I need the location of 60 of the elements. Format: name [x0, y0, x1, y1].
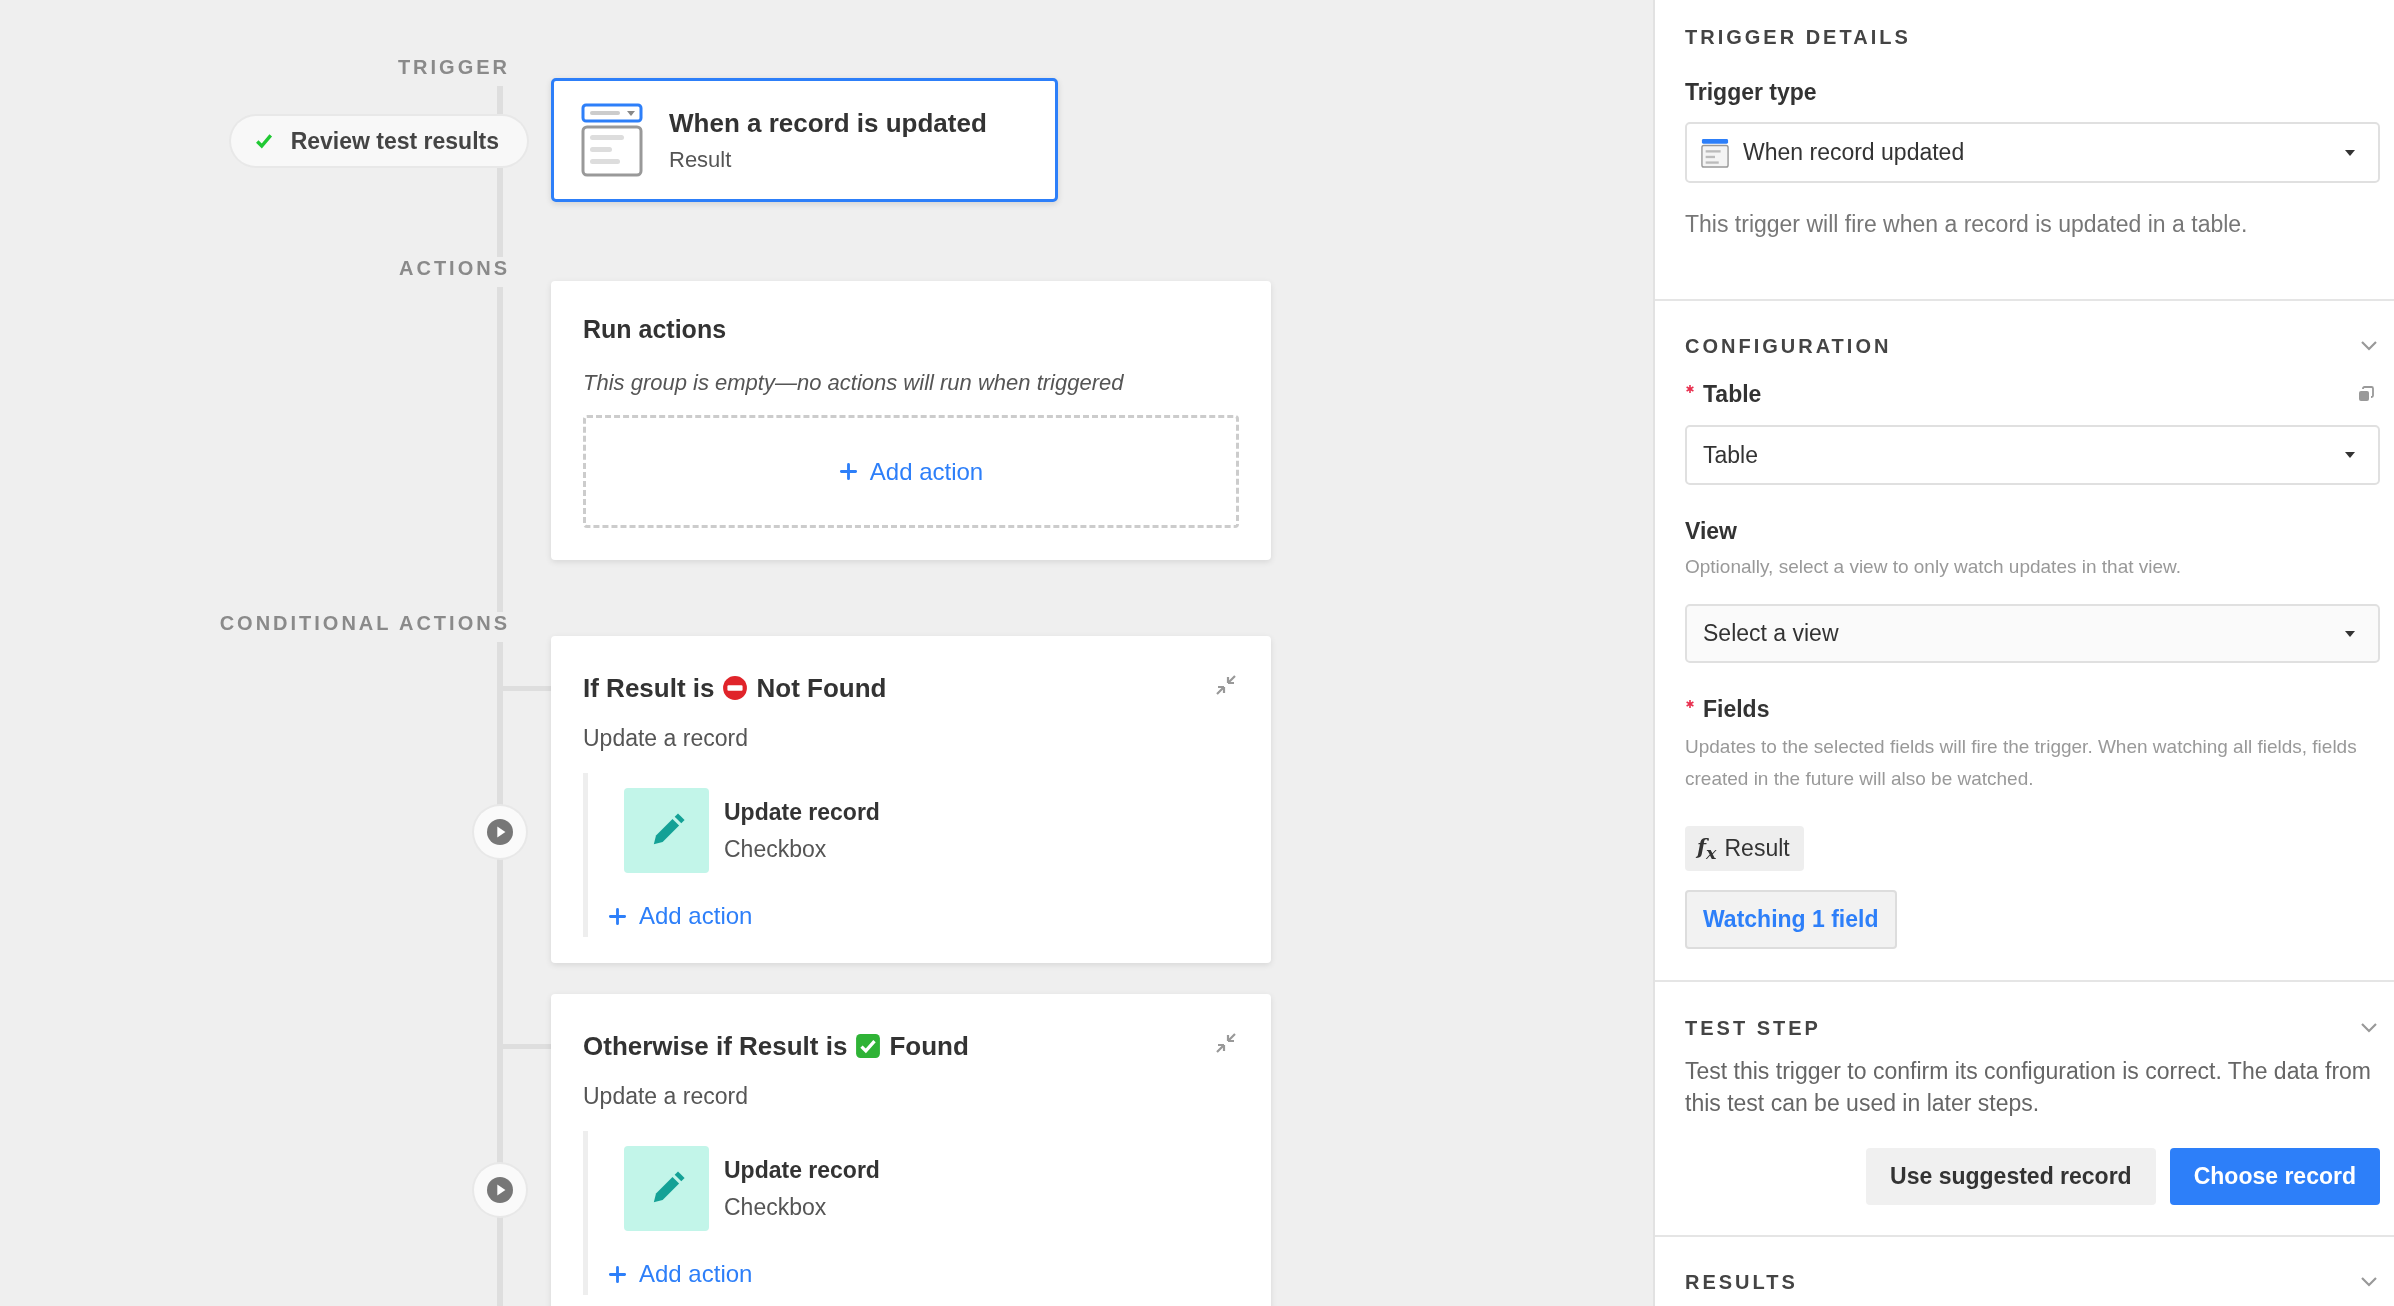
field-label: Trigger type [1685, 80, 1817, 104]
trigger-subtitle: Result [669, 146, 733, 173]
section-heading: CONFIGURATION [1685, 335, 1892, 357]
field-label: Fields [1703, 697, 1770, 721]
chip-label: Result [1724, 835, 1790, 862]
section-heading: TEST STEP [1685, 1017, 1821, 1039]
formula-icon: f$_{x}$ [1697, 833, 1717, 864]
plus-icon [838, 462, 858, 481]
group-title: Run actions [583, 315, 728, 343]
chevron-down-icon[interactable] [2360, 340, 2378, 352]
condition-value: Found [889, 1030, 969, 1062]
condition-text: Otherwise if Result is [583, 1030, 848, 1062]
collapse-icon[interactable] [1214, 673, 1238, 697]
condition-text: If Result is [583, 672, 715, 704]
plus-icon [608, 906, 627, 926]
trigger-title: When a record is updated [669, 107, 987, 139]
caret-icon [2344, 451, 2356, 459]
section-heading: RESULTS [1685, 1271, 1798, 1293]
form-icon [1701, 137, 1729, 168]
chevron-down-icon[interactable] [2360, 1276, 2378, 1288]
section-heading: TRIGGER DETAILS [1685, 26, 1911, 48]
action-subtitle: Checkbox [724, 1193, 828, 1221]
field-label: Table [1703, 382, 1762, 406]
run-button[interactable] [474, 806, 526, 858]
add-action-link[interactable]: Add action [608, 1259, 753, 1289]
play-icon [487, 819, 513, 845]
chevron-down-icon[interactable] [2360, 1022, 2378, 1034]
pencil-icon [624, 1146, 709, 1231]
collapse-icon[interactable] [1214, 1031, 1238, 1055]
plus-icon [608, 1264, 627, 1284]
secondary-button[interactable]: Use suggested record [1866, 1148, 2156, 1205]
description: This trigger will fire when a record is updated in a table. [1685, 210, 2248, 239]
empty-note: This group is empty—no actions will run when triggered [583, 369, 1125, 397]
action-subtitle: Checkbox [724, 835, 828, 863]
action-title[interactable]: Update record [724, 798, 880, 826]
group-subtitle: Update a record [583, 1082, 749, 1111]
copy-icon[interactable] [2358, 386, 2374, 402]
hint-text: Updates to the selected fields will fire the trigger. When watching all fields, fields created in the future will also be watched. [1685, 735, 2358, 791]
check-box-icon [855, 1033, 882, 1059]
hint-text: Optionally, select a view to only watch updates in that view. [1685, 555, 2182, 579]
trigger-card[interactable]: When a record is updated Result [551, 78, 1058, 202]
group-subtitle: Update a record [583, 724, 749, 753]
field-label: View [1685, 519, 1737, 543]
action-title[interactable]: Update record [724, 1156, 880, 1184]
caret-icon [2344, 629, 2356, 638]
play-icon [487, 1177, 513, 1203]
add-action-link[interactable]: Add action [608, 901, 753, 931]
add-action-link[interactable]: Add action [838, 457, 984, 486]
no-entry-icon [722, 675, 749, 701]
caret-icon [2344, 148, 2356, 157]
trigger-type-select[interactable]: When record updated [1685, 122, 2380, 183]
run-button[interactable] [474, 1164, 526, 1216]
primary-button[interactable]: Choose record [2169, 1148, 2380, 1205]
description: Test this trigger to confirm its configuration is correct. The data from this test can be used in later steps. [1685, 1057, 2372, 1118]
condition-value: Not Found [756, 672, 887, 704]
form-icon [581, 103, 643, 177]
view-select[interactable]: Select a view [1685, 604, 2380, 663]
pencil-icon [624, 788, 709, 873]
table-select[interactable]: Table [1685, 425, 2380, 485]
review-test-results-button[interactable]: Review test results [230, 116, 527, 166]
